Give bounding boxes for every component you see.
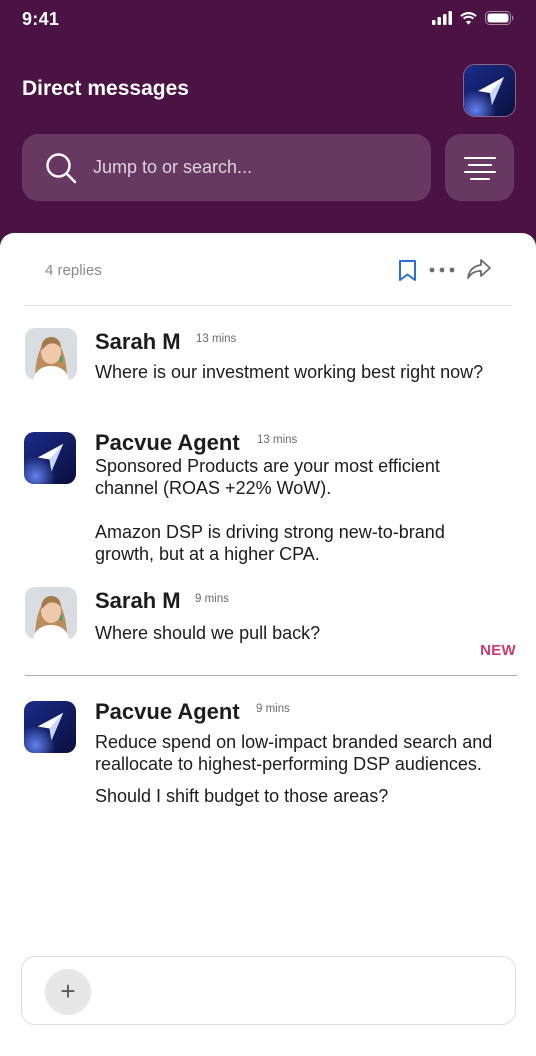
message-timestamp: 9 mins bbox=[195, 593, 229, 605]
agent-logo-icon bbox=[24, 701, 76, 753]
signal-icon bbox=[432, 11, 452, 25]
thread-panel: 4 replies Sarah M 13 mins Where is our i… bbox=[0, 233, 536, 1056]
message-paragraph: Amazon DSP is driving strong new-to-bran… bbox=[95, 522, 445, 564]
agent-logo-icon bbox=[464, 65, 515, 116]
message-composer[interactable]: + bbox=[21, 956, 516, 1025]
search-icon bbox=[46, 153, 77, 184]
status-icons bbox=[432, 11, 514, 25]
message-timestamp: 9 mins bbox=[256, 703, 290, 715]
message-paragraph: Where should we pull back? bbox=[95, 623, 321, 643]
message-paragraph: Reduce spend on low-impact branded searc… bbox=[95, 732, 493, 774]
filter-icon bbox=[464, 157, 496, 180]
filter-button[interactable] bbox=[445, 134, 514, 201]
message-timestamp: 13 mins bbox=[196, 333, 237, 345]
message-author[interactable]: Sarah M bbox=[95, 329, 181, 355]
message-text: Where is our investment working best rig… bbox=[95, 361, 495, 383]
agent-logo-icon bbox=[24, 432, 76, 484]
message-paragraph: Where is our investment working best rig… bbox=[95, 362, 484, 382]
new-messages-divider bbox=[25, 675, 517, 676]
search-input[interactable]: Jump to or search... bbox=[93, 157, 252, 178]
battery-icon bbox=[485, 11, 514, 25]
share-icon[interactable] bbox=[466, 258, 492, 280]
agent-avatar-button[interactable] bbox=[463, 64, 516, 117]
person-avatar-icon bbox=[25, 328, 77, 380]
divider bbox=[24, 305, 512, 306]
message-text: Where should we pull back? bbox=[95, 622, 495, 644]
thread-toolbar: 4 replies bbox=[0, 233, 536, 305]
avatar[interactable] bbox=[25, 587, 77, 639]
bookmark-icon[interactable] bbox=[398, 259, 417, 282]
more-icon[interactable] bbox=[429, 267, 455, 273]
message-author[interactable]: Pacvue Agent bbox=[95, 430, 240, 456]
message-timestamp: 13 mins bbox=[257, 434, 298, 446]
phone-screen: 9:41 Direct messages Jump to or search..… bbox=[0, 0, 536, 1056]
page-title: Direct messages bbox=[22, 77, 189, 100]
message-author[interactable]: Pacvue Agent bbox=[95, 699, 240, 725]
status-time: 9:41 bbox=[22, 9, 60, 29]
new-messages-label: NEW bbox=[480, 642, 516, 659]
add-attachment-button[interactable]: + bbox=[45, 969, 91, 1015]
message-paragraph: Sponsored Products are your most efficie… bbox=[95, 456, 440, 498]
avatar[interactable] bbox=[25, 328, 77, 380]
plus-icon: + bbox=[60, 976, 76, 1006]
message-text: Reduce spend on low-impact branded searc… bbox=[95, 731, 495, 807]
person-avatar-icon bbox=[25, 587, 77, 639]
avatar[interactable] bbox=[24, 701, 76, 753]
status-bar: 9:41 bbox=[0, 0, 536, 40]
replies-count: 4 replies bbox=[45, 262, 102, 279]
message-text: Sponsored Products are your most efficie… bbox=[95, 455, 485, 565]
search-bar[interactable]: Jump to or search... bbox=[22, 134, 431, 201]
wifi-icon bbox=[460, 12, 477, 25]
message-paragraph: Should I shift budget to those areas? bbox=[95, 786, 389, 806]
avatar[interactable] bbox=[24, 432, 76, 484]
message-author[interactable]: Sarah M bbox=[95, 588, 181, 614]
